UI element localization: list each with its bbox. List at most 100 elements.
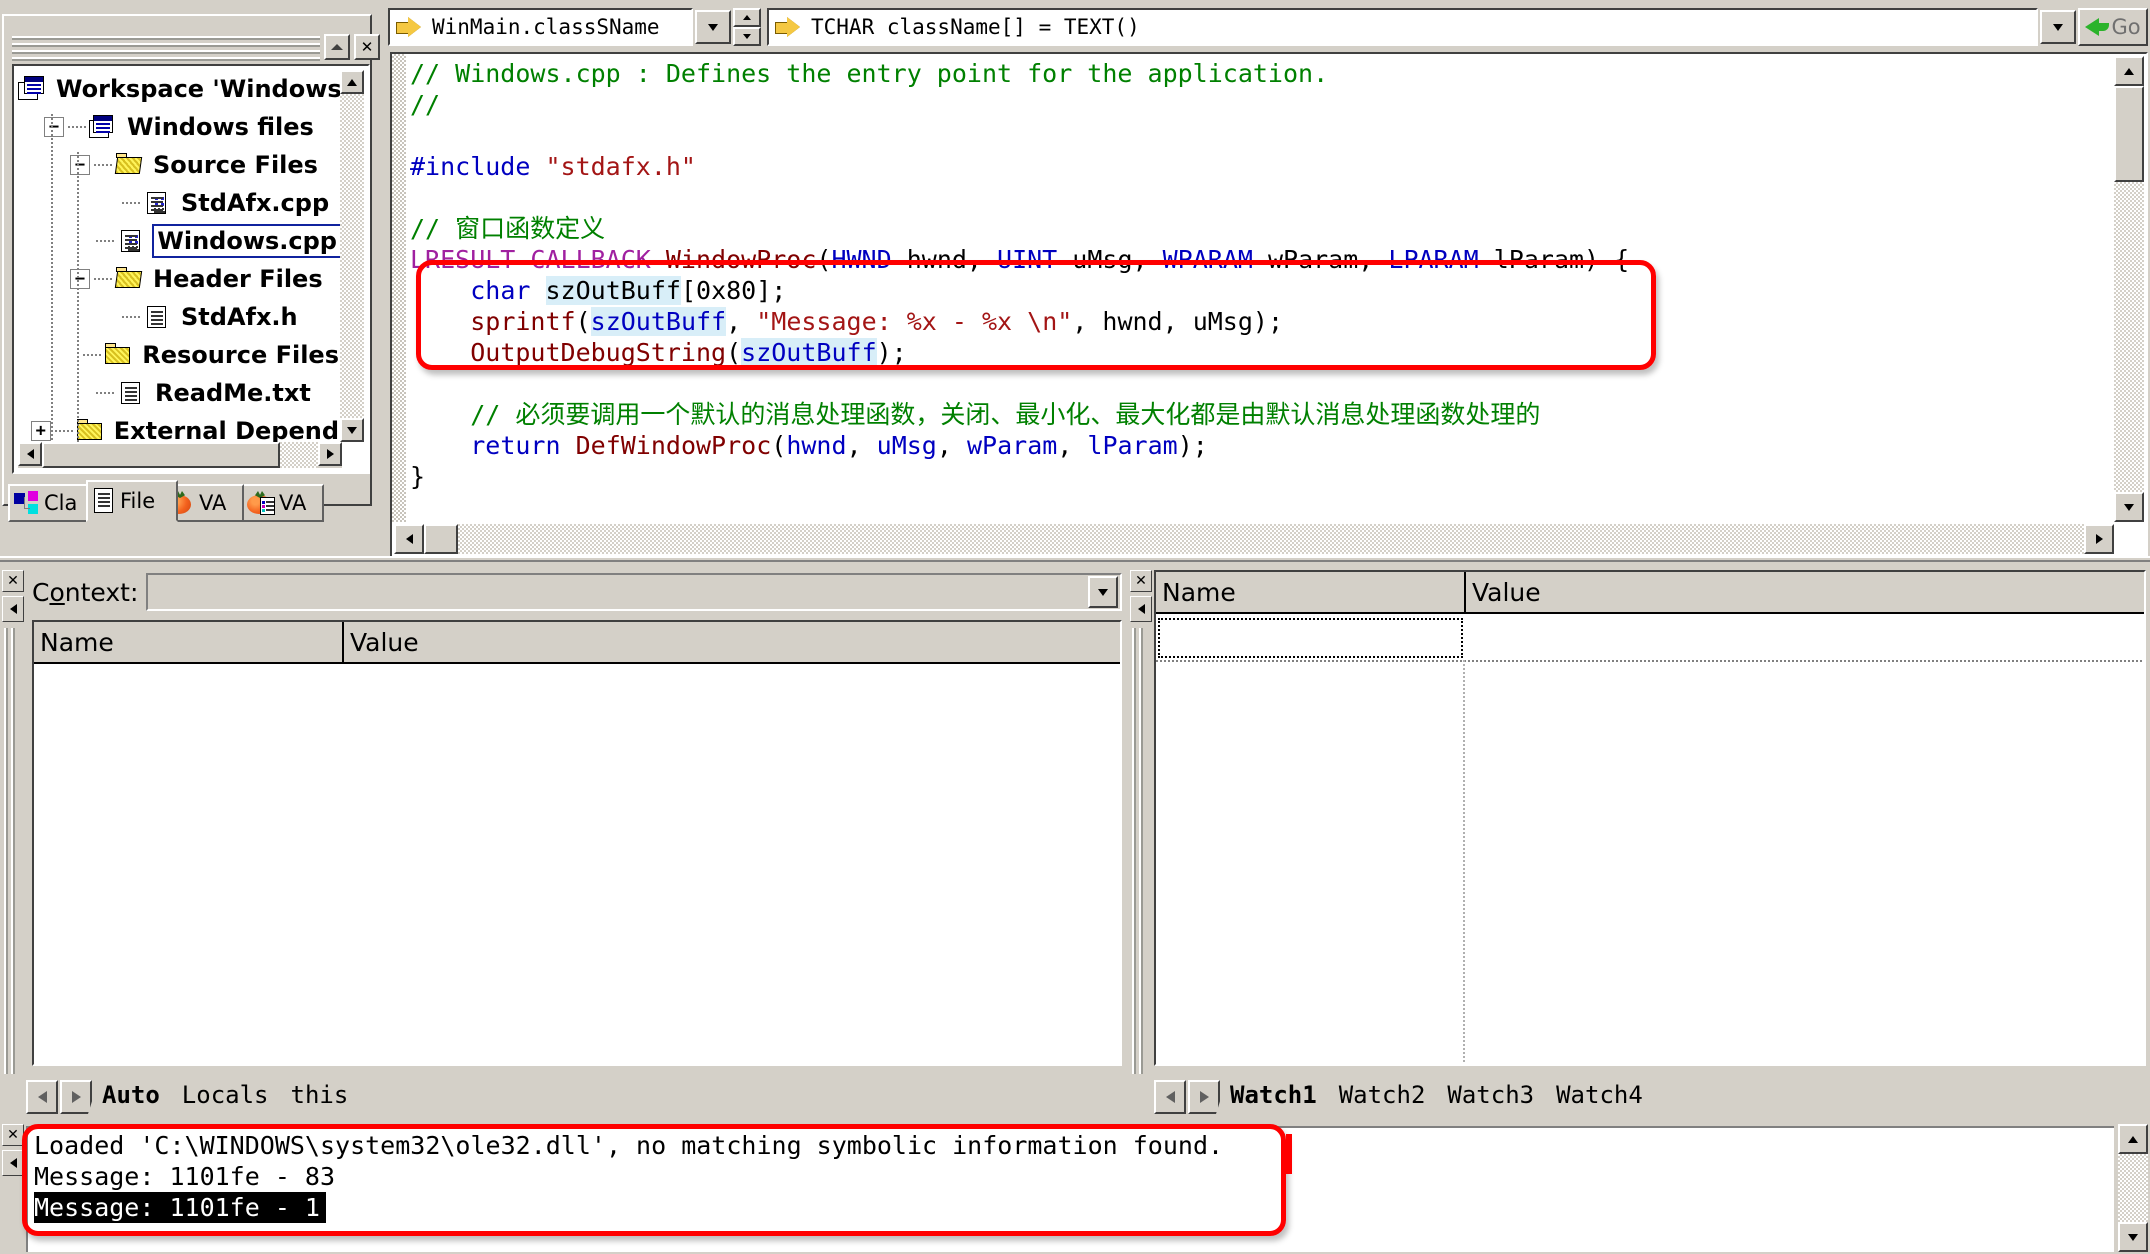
context-combo[interactable] (146, 573, 1122, 611)
tree-hscroll-thumb[interactable] (42, 442, 280, 468)
tree-horizontal-scrollbar[interactable] (18, 442, 342, 468)
output-line[interactable]: Message: 1101fe - 1 (34, 1192, 2112, 1223)
tree-item[interactable]: StdAfx.cpp (18, 184, 342, 222)
variables-tab-prev-icon[interactable] (26, 1080, 58, 1114)
workspace-tree-frame: Workspace 'Windows': − Windows files − Sourc… (12, 64, 370, 474)
scope-spinner[interactable] (733, 8, 761, 46)
output-scroll-down-icon[interactable] (2118, 1222, 2148, 1252)
watch-tab-watch4[interactable]: Watch4 (1542, 1076, 1657, 1114)
go-button[interactable]: Go (2078, 8, 2148, 46)
tree-hscroll-track[interactable] (42, 442, 318, 468)
close-icon[interactable]: ✕ (354, 34, 380, 60)
editor-vscroll-track[interactable] (2114, 86, 2144, 492)
scroll-right-icon[interactable] (318, 442, 342, 466)
editor-hscroll-track[interactable] (424, 524, 2084, 554)
watch-tab-watch1[interactable]: Watch1 (1216, 1076, 1331, 1114)
watch-close-icon[interactable]: ✕ (1130, 570, 1152, 592)
tree-item-label: Header Files (153, 265, 323, 293)
go-button-label: Go (2111, 15, 2141, 39)
scroll-down-icon[interactable] (340, 418, 364, 442)
workspace-tab-file-1[interactable]: File (86, 480, 178, 522)
code-editor-surface[interactable]: // Windows.cpp : Defines the entry point… (390, 52, 2148, 558)
output-line[interactable]: Loaded 'C:\WINDOWS\system32\ole32.dll', … (34, 1130, 2112, 1161)
editor-scroll-right-icon[interactable] (2084, 524, 2114, 554)
spinner-down-icon[interactable] (733, 27, 761, 46)
scope-combo[interactable]: WinMain.classSName (388, 8, 693, 46)
symbol-combo-dropdown-icon[interactable] (2040, 10, 2076, 44)
watch-col-name[interactable]: Name (1156, 572, 1466, 612)
variables-tab-this[interactable]: this (277, 1076, 363, 1114)
output-vscroll-track[interactable] (2118, 1154, 2148, 1222)
cpp-file-icon (117, 228, 145, 254)
tree-connector (122, 202, 140, 204)
tree-collapse-icon[interactable]: − (44, 117, 64, 137)
variables-grid[interactable]: Name Value (32, 620, 1122, 1066)
tree-expand-icon[interactable]: + (30, 421, 51, 441)
tree-item[interactable]: Resource Files (18, 336, 342, 374)
tree-collapse-icon[interactable]: − (70, 269, 90, 289)
project-tree[interactable]: Workspace 'Windows': − Windows files − Sourc… (18, 70, 342, 442)
scroll-left-icon[interactable] (18, 442, 42, 466)
code-token: wParam (966, 431, 1058, 460)
watch-new-entry-row[interactable] (1158, 618, 1463, 658)
watch-grid[interactable]: Name Value (1154, 570, 2146, 1066)
watch-tab-watch3[interactable]: Watch3 (1433, 1076, 1548, 1114)
watch-tab-watch2[interactable]: Watch2 (1325, 1076, 1440, 1114)
watch-tab-prev-icon[interactable] (1154, 1080, 1186, 1114)
editor-hscroll-thumb[interactable] (424, 524, 458, 554)
watch-drag-grip[interactable] (1132, 628, 1148, 1074)
context-dropdown-icon[interactable] (1088, 576, 1118, 608)
output-text-surface[interactable]: Loaded 'C:\WINDOWS\system32\ole32.dll', … (26, 1126, 2114, 1252)
tree-item[interactable]: Windows.cpp (18, 222, 342, 260)
tree-item[interactable]: − Windows files (18, 108, 342, 146)
editor-scroll-down-icon[interactable] (2114, 492, 2144, 522)
editor-scroll-left-icon[interactable] (394, 524, 424, 554)
watch-column-divider[interactable] (1463, 660, 1465, 1064)
watch-collapse-icon[interactable] (1130, 596, 1152, 622)
tree-item[interactable]: − Source Files (18, 146, 342, 184)
variables-tab-auto[interactable]: Auto (88, 1076, 174, 1114)
variables-tab-next-icon[interactable] (60, 1080, 92, 1114)
tree-collapse-icon[interactable]: − (70, 155, 90, 175)
watch-col-value[interactable]: Value (1466, 572, 2144, 612)
output-line[interactable]: Message: 1101fe - 83 (34, 1161, 2112, 1192)
variables-drag-grip[interactable] (4, 628, 20, 1074)
variables-col-value[interactable]: Value (344, 622, 1120, 662)
workspace-tab-cla-0[interactable]: Cla (8, 484, 96, 522)
tree-vertical-scrollbar[interactable] (340, 70, 364, 442)
variables-tabs: Auto Locals this (94, 1076, 362, 1114)
variables-close-icon[interactable]: ✕ (2, 570, 24, 592)
variables-collapse-icon[interactable] (2, 596, 24, 622)
rollup-icon[interactable] (324, 34, 350, 60)
variables-col-name[interactable]: Name (34, 622, 344, 662)
output-collapse-icon[interactable] (2, 1150, 24, 1176)
watch-grid-body[interactable] (1156, 616, 2144, 1064)
variables-tab-locals[interactable]: Locals (168, 1076, 283, 1114)
workspace-tab-va-3[interactable]: VA (240, 484, 324, 522)
output-close-icon[interactable]: ✕ (2, 1124, 24, 1146)
tree-item[interactable]: ReadMe.txt (18, 374, 342, 412)
editor-vertical-scrollbar[interactable] (2114, 56, 2144, 522)
scroll-up-icon[interactable] (340, 70, 364, 94)
output-scroll-up-icon[interactable] (2118, 1124, 2148, 1154)
editor-horizontal-scrollbar[interactable] (394, 524, 2114, 554)
output-log-text[interactable]: Loaded 'C:\WINDOWS\system32\ole32.dll', … (34, 1130, 2112, 1252)
tree-item[interactable]: − Header Files (18, 260, 342, 298)
workspace-drag-grip[interactable] (12, 36, 320, 61)
spinner-up-icon[interactable] (733, 8, 761, 27)
workspace-tab-label: VA (279, 491, 307, 515)
output-vertical-scrollbar[interactable] (2118, 1124, 2148, 1252)
tree-item[interactable]: StdAfx.h (18, 298, 342, 336)
tree-vscroll-track[interactable] (340, 94, 364, 418)
tree-item[interactable]: Workspace 'Windows': (18, 70, 342, 108)
horizontal-splitter[interactable] (0, 556, 2150, 562)
scope-combo-dropdown-icon[interactable] (695, 10, 731, 44)
tree-item[interactable]: + External Depend (18, 412, 342, 442)
editor-gutter[interactable] (392, 54, 406, 522)
variables-grid-body[interactable] (34, 666, 1120, 1064)
source-code-text[interactable]: // Windows.cpp : Defines the entry point… (410, 58, 2112, 522)
watch-tab-next-icon[interactable] (1188, 1080, 1220, 1114)
editor-scroll-up-icon[interactable] (2114, 56, 2144, 86)
editor-vscroll-thumb[interactable] (2114, 86, 2144, 182)
symbol-combo[interactable]: TCHAR className[] = TEXT() (767, 8, 2038, 46)
